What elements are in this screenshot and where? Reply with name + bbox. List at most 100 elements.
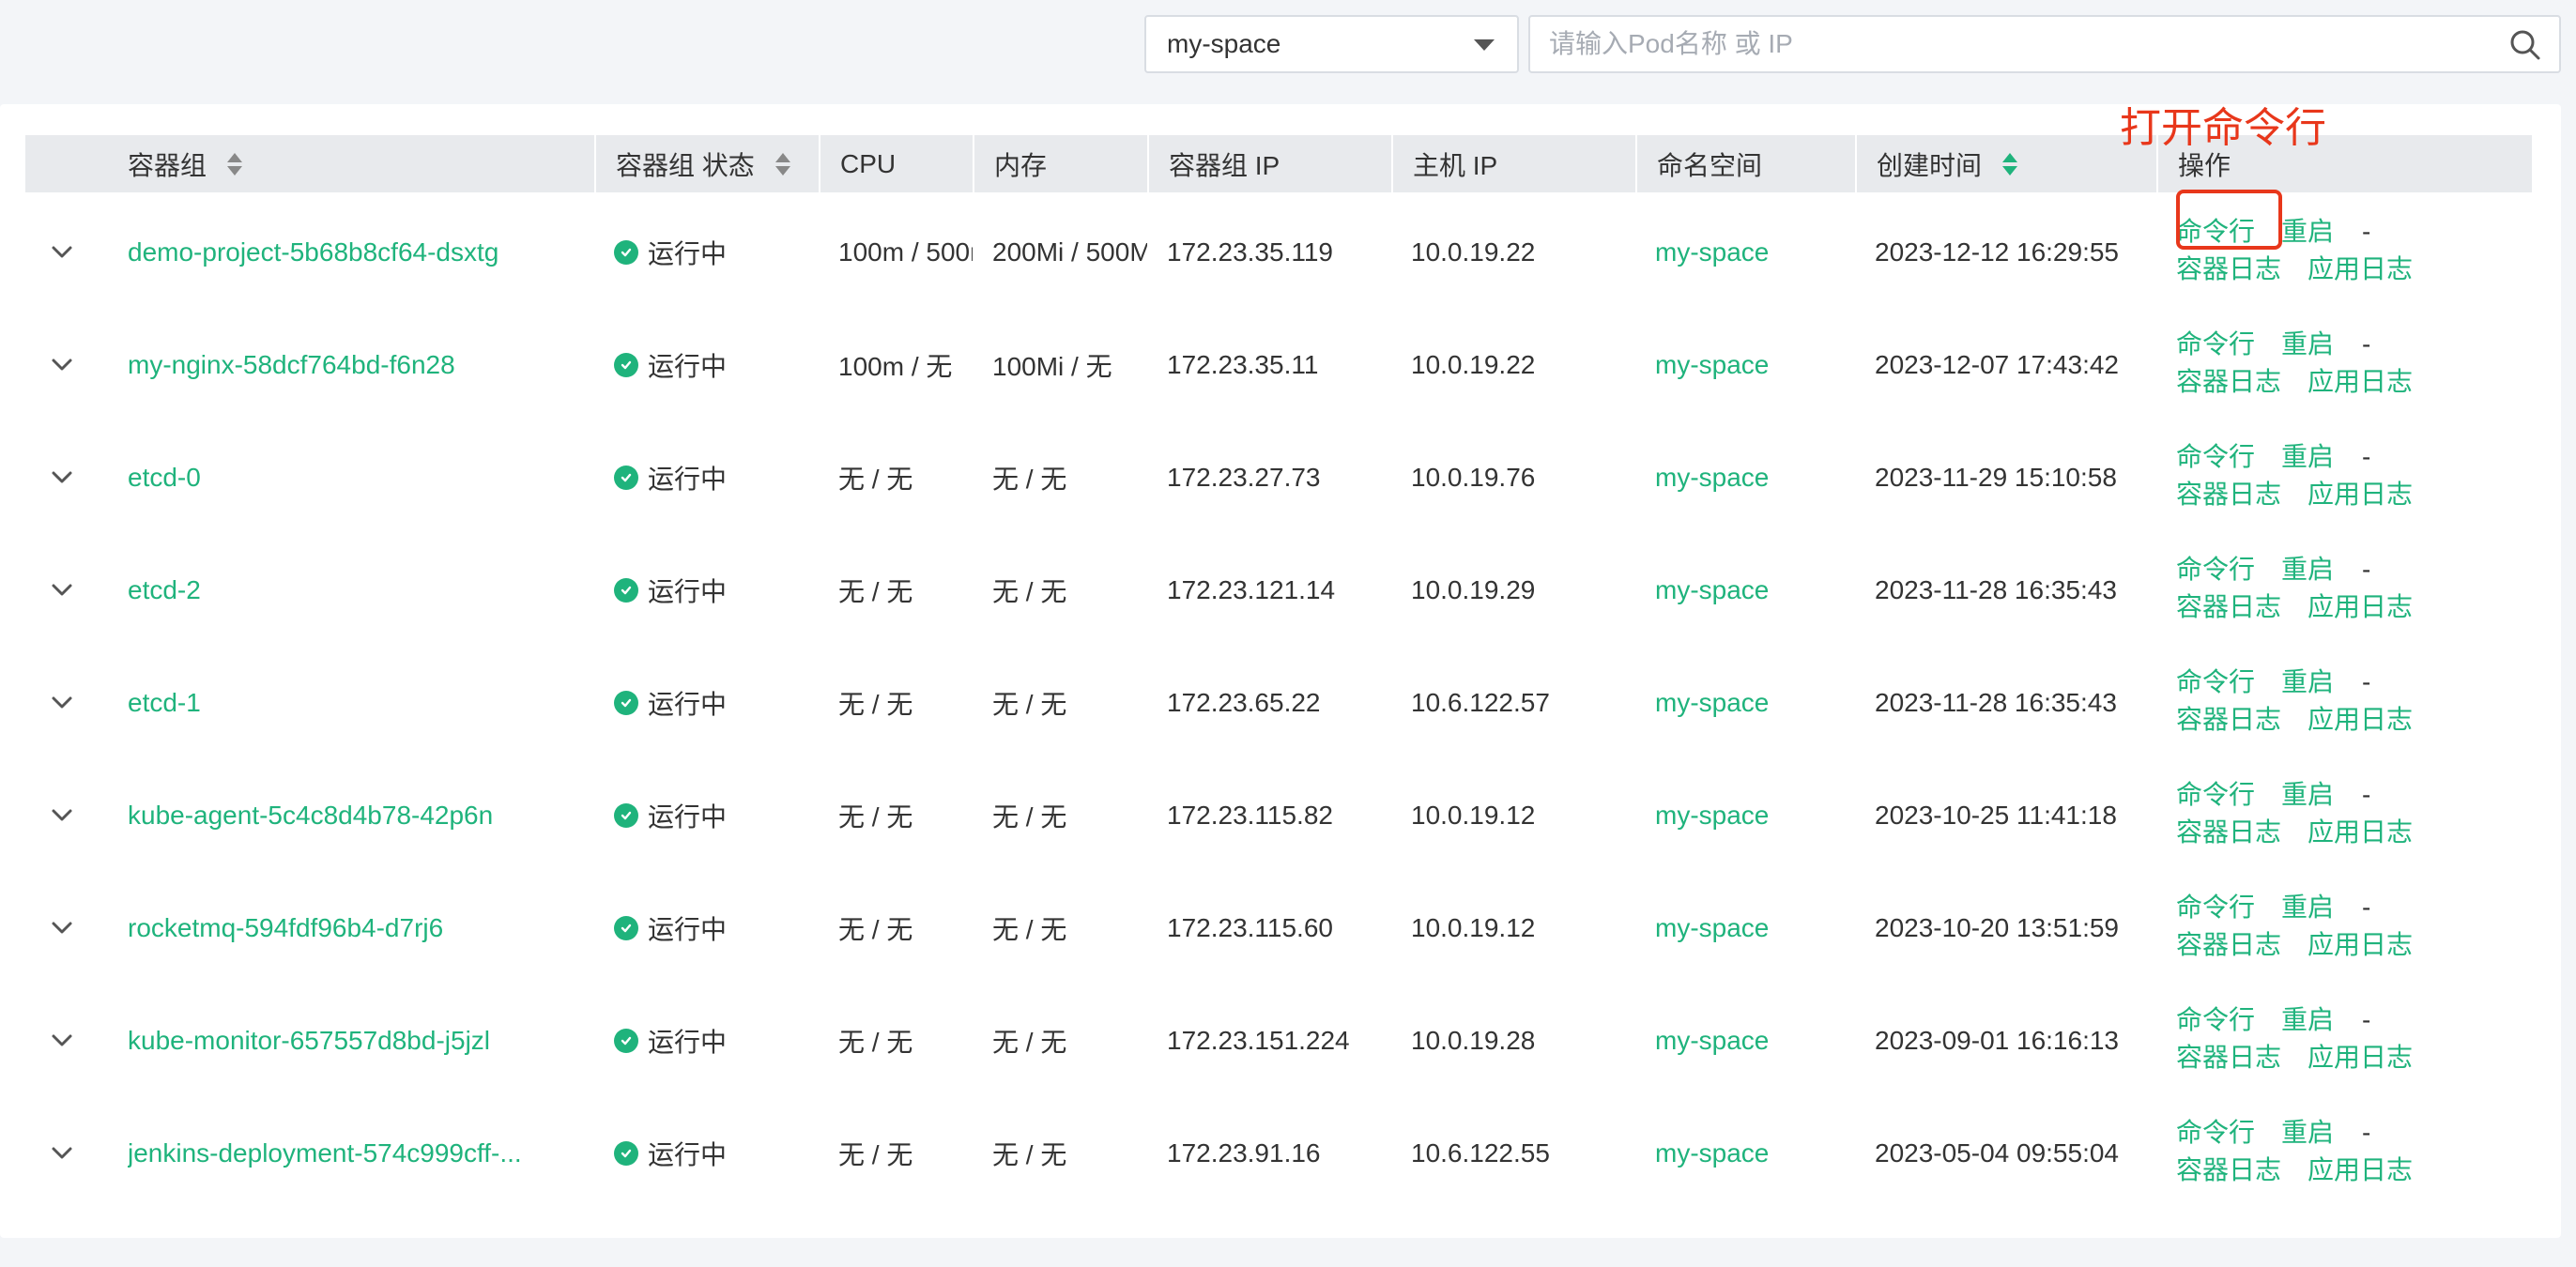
restart-button[interactable]: 重启 [2281, 1005, 2334, 1034]
restart-button[interactable]: 重启 [2281, 329, 2334, 359]
namespace-select[interactable]: my-space [1144, 15, 1519, 73]
header-memory-label: 内存 [994, 150, 1048, 180]
chevron-down-icon[interactable] [46, 912, 78, 944]
header-status-label: 容器组 状态 [616, 150, 755, 180]
namespace-link[interactable]: my-space [1655, 350, 1769, 380]
status-cell: 运行中 [594, 421, 819, 534]
terminal-button[interactable]: 命令行 [2176, 442, 2255, 471]
app-log-button[interactable]: 应用日志 [2308, 1155, 2413, 1184]
pod-ip-cell: 172.23.65.22 [1167, 688, 1321, 717]
container-log-button[interactable]: 容器日志 [2176, 254, 2281, 283]
chevron-down-icon[interactable] [46, 687, 78, 719]
container-log-button[interactable]: 容器日志 [2176, 367, 2281, 396]
restart-button[interactable]: 重启 [2281, 1118, 2334, 1147]
pod-ip-cell: 172.23.115.82 [1167, 801, 1333, 830]
chevron-down-icon[interactable] [46, 1025, 78, 1057]
running-status-icon [614, 916, 638, 940]
restart-button[interactable]: 重启 [2281, 780, 2334, 809]
pod-ip-cell: 172.23.151.224 [1167, 1026, 1350, 1055]
chevron-down-icon[interactable] [46, 462, 78, 494]
search-icon[interactable] [2508, 28, 2542, 62]
namespace-cell: my-space [1635, 534, 1855, 647]
created-time-cell: 2023-10-25 11:41:18 [1875, 801, 2117, 830]
namespace-link[interactable]: my-space [1655, 688, 1769, 718]
chevron-down-icon[interactable] [46, 237, 78, 268]
pod-name-link[interactable]: etcd-0 [128, 421, 201, 534]
running-status-icon [614, 240, 638, 265]
restart-button[interactable]: 重启 [2281, 555, 2334, 584]
more-actions-dash: - [2362, 329, 2371, 359]
container-log-button[interactable]: 容器日志 [2176, 592, 2281, 621]
namespace-link[interactable]: my-space [1655, 913, 1769, 943]
namespace-cell: my-space [1635, 196, 1855, 309]
search-input[interactable] [1549, 17, 2469, 71]
container-log-button[interactable]: 容器日志 [2176, 480, 2281, 509]
more-actions-dash: - [2362, 667, 2371, 696]
app-log-button[interactable]: 应用日志 [2308, 592, 2413, 621]
pod-name-link[interactable]: etcd-1 [128, 647, 201, 759]
restart-button[interactable]: 重启 [2281, 217, 2334, 246]
namespace-link[interactable]: my-space [1655, 1138, 1769, 1168]
namespace-link[interactable]: my-space [1655, 1026, 1769, 1056]
more-actions-dash: - [2362, 555, 2371, 584]
terminal-button[interactable]: 命令行 [2176, 667, 2255, 696]
restart-button[interactable]: 重启 [2281, 893, 2334, 922]
host-ip-cell: 10.0.19.22 [1411, 350, 1536, 379]
container-log-button[interactable]: 容器日志 [2176, 1043, 2281, 1072]
chevron-down-icon[interactable] [46, 800, 78, 832]
chevron-down-icon[interactable] [46, 1137, 78, 1169]
sort-icon[interactable] [774, 151, 790, 177]
memory-cell: 无 / 无 [992, 915, 1067, 944]
namespace-link[interactable]: my-space [1655, 237, 1769, 267]
more-actions-dash: - [2362, 442, 2371, 471]
created-time-cell: 2023-05-04 09:55:04 [1875, 1138, 2119, 1168]
pod-name-link[interactable]: demo-project-5b68b8cf64-dsxtg [128, 196, 498, 309]
namespace-link[interactable]: my-space [1655, 575, 1769, 605]
header-status[interactable]: 容器组 状态 [594, 135, 819, 192]
container-log-button[interactable]: 容器日志 [2176, 705, 2281, 734]
pod-name-link[interactable]: kube-monitor-657557d8bd-j5jzl [128, 985, 490, 1097]
pod-name-link[interactable]: etcd-2 [128, 534, 201, 647]
pod-name-link[interactable]: my-nginx-58dcf764bd-f6n28 [128, 309, 455, 421]
container-log-button[interactable]: 容器日志 [2176, 930, 2281, 959]
app-log-button[interactable]: 应用日志 [2308, 367, 2413, 396]
running-status-icon [614, 691, 638, 715]
pod-name-link[interactable]: jenkins-deployment-574c999cff-... [128, 1097, 522, 1210]
namespace-select-value: my-space [1167, 29, 1281, 58]
namespace-link[interactable]: my-space [1655, 463, 1769, 493]
host-ip-cell: 10.6.122.57 [1411, 688, 1550, 717]
chevron-down-icon[interactable] [46, 349, 78, 381]
terminal-button[interactable]: 命令行 [2176, 1118, 2255, 1147]
namespace-link[interactable]: my-space [1655, 801, 1769, 831]
header-created[interactable]: 创建时间 [1855, 135, 2156, 192]
sort-icon[interactable] [227, 151, 243, 177]
app-log-button[interactable]: 应用日志 [2308, 1043, 2413, 1072]
terminal-button[interactable]: 命令行 [2176, 893, 2255, 922]
restart-button[interactable]: 重启 [2281, 667, 2334, 696]
sort-icon[interactable] [2002, 151, 2018, 177]
chevron-down-icon[interactable] [46, 574, 78, 606]
app-log-button[interactable]: 应用日志 [2308, 930, 2413, 959]
status-cell: 运行中 [594, 647, 819, 759]
terminal-button[interactable]: 命令行 [2176, 329, 2255, 359]
container-log-button[interactable]: 容器日志 [2176, 1155, 2281, 1184]
pod-ip-cell: 172.23.91.16 [1167, 1138, 1321, 1168]
pod-name-link[interactable]: kube-agent-5c4c8d4b78-42p6n [128, 759, 493, 872]
pod-ip-cell: 172.23.27.73 [1167, 463, 1321, 492]
terminal-button[interactable]: 命令行 [2176, 780, 2255, 809]
terminal-button[interactable]: 命令行 [2176, 555, 2255, 584]
restart-button[interactable]: 重启 [2281, 442, 2334, 471]
table-row: my-nginx-58dcf764bd-f6n28 运行中 100m / 无 1… [25, 309, 2532, 421]
status-cell: 运行中 [594, 1097, 819, 1210]
app-log-button[interactable]: 应用日志 [2308, 817, 2413, 847]
header-pod-group[interactable]: 容器组 [108, 135, 594, 192]
cpu-cell: 无 / 无 [838, 1140, 913, 1169]
terminal-button[interactable]: 命令行 [2176, 1005, 2255, 1034]
container-log-button[interactable]: 容器日志 [2176, 817, 2281, 847]
pod-name-link[interactable]: rocketmq-594fdf96b4-d7rj6 [128, 872, 443, 985]
namespace-cell: my-space [1635, 759, 1855, 872]
app-log-button[interactable]: 应用日志 [2308, 254, 2413, 283]
host-ip-cell: 10.0.19.12 [1411, 801, 1536, 830]
app-log-button[interactable]: 应用日志 [2308, 705, 2413, 734]
app-log-button[interactable]: 应用日志 [2308, 480, 2413, 509]
